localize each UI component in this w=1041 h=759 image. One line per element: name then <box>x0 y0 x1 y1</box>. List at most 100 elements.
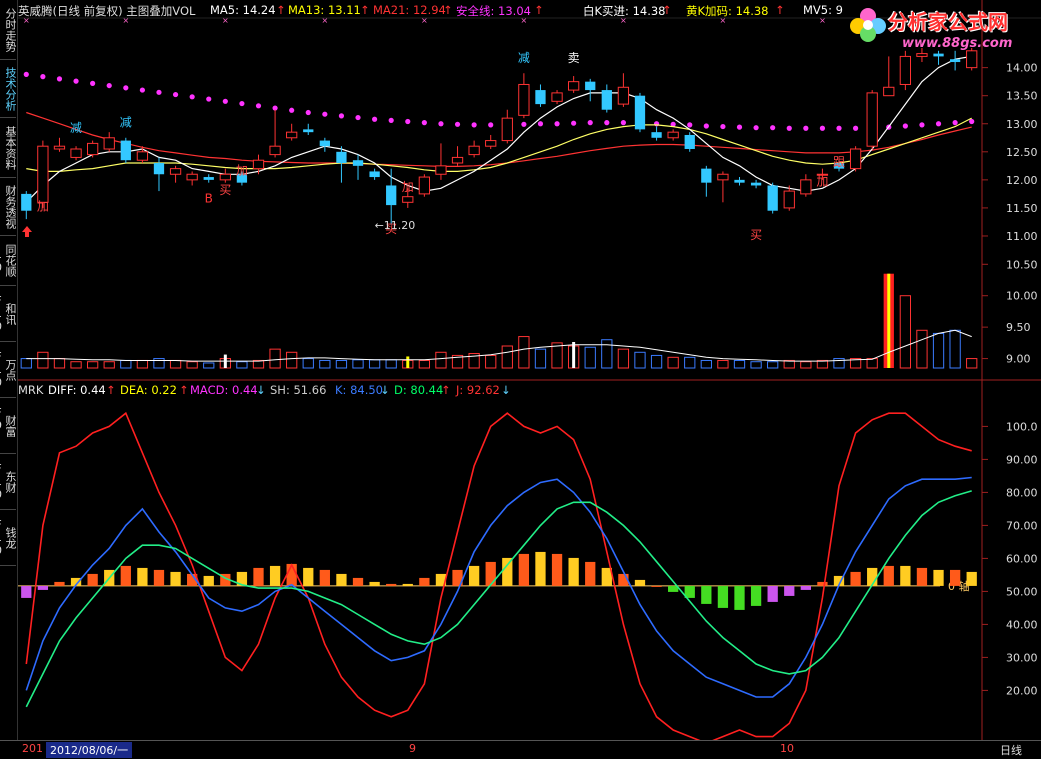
safe-line-dot <box>23 71 29 77</box>
arrow-down-icon: ↓ <box>380 383 390 397</box>
safe-line-dot <box>189 94 195 100</box>
volume-bar <box>203 362 215 369</box>
volume-bar <box>70 361 82 369</box>
safe-line-dot <box>571 120 577 126</box>
candle-body <box>303 129 314 133</box>
k-label: K: 84.50 <box>335 383 383 397</box>
candle-body <box>501 117 513 142</box>
price-tick-label: 13.00 <box>1006 118 1038 131</box>
price-tick-label: 11.00 <box>1006 230 1038 243</box>
candle-body <box>352 160 364 166</box>
safe-line-dot <box>770 125 776 131</box>
sidebar-tab[interactable]: 财富F9. <box>0 398 16 454</box>
volume-bar <box>684 356 696 369</box>
arrow-up-icon: ↑ <box>276 3 286 17</box>
macd-bar <box>701 585 712 604</box>
indicator-tick-label: 100.0 <box>1006 420 1038 433</box>
macd-bar <box>319 569 330 586</box>
candle-body <box>585 81 596 91</box>
safe-line-dot <box>123 85 129 91</box>
macd-bar <box>750 585 762 606</box>
volume-bar <box>650 354 663 369</box>
safe-line-dot <box>935 121 942 127</box>
sidebar-tab[interactable]: 分时走势 <box>0 0 16 60</box>
arrow-up-icon: ↑ <box>443 3 453 17</box>
macd-bar <box>717 585 729 608</box>
volume-bar <box>53 358 66 369</box>
sidebar-tab[interactable]: 同花顺10 <box>0 236 16 286</box>
safe-line-dot <box>471 122 477 128</box>
sidebar-tab[interactable]: 和讯F10 <box>0 286 16 342</box>
signal-buy: 买 <box>750 228 762 242</box>
safe-line-dot <box>421 120 427 126</box>
indicator-tick-label: 40.00 <box>1006 618 1038 631</box>
candle-body <box>485 140 497 147</box>
candle-body <box>800 179 812 195</box>
volume-bar <box>966 358 978 369</box>
safe-line-dot <box>853 125 859 131</box>
volume-bar <box>37 351 49 369</box>
volume-bar <box>518 336 530 369</box>
candle-body <box>418 176 431 195</box>
arrow-up-icon: ↑ <box>106 383 116 397</box>
candle-body <box>269 145 281 156</box>
safe-line-dot <box>73 78 79 84</box>
volume-bar <box>335 359 348 369</box>
macd-bar <box>551 553 563 586</box>
safe-line-dot <box>255 103 262 109</box>
macd-bar <box>468 565 480 586</box>
ma5-line <box>25 55 972 203</box>
sidebar-tab[interactable]: 基本资料 <box>0 118 16 178</box>
candle-body <box>37 145 49 203</box>
arrow-down-icon: ↓ <box>256 383 266 397</box>
volume-tick-label: 10.50 <box>1006 258 1038 271</box>
cursor-date[interactable]: 2012/08/06/一 <box>46 742 133 758</box>
volume-bar <box>302 358 314 369</box>
volume-bar <box>700 359 712 369</box>
sidebar-tab[interactable]: 技术分析 <box>0 60 16 118</box>
kline-chart[interactable]: 14.00 13.50 13.00 12.50 12.00 11.50 11.00 10.50… <box>18 0 1041 740</box>
volume-bar <box>20 358 32 369</box>
period-button[interactable]: 日线 <box>1000 742 1022 758</box>
safe-line-dot <box>222 98 228 104</box>
volume-bar <box>319 359 331 369</box>
macd-bar <box>634 579 646 586</box>
safe-line-dot <box>239 100 245 107</box>
arrow-up-icon <box>22 226 32 237</box>
safe-line-dot <box>753 125 759 131</box>
arrow-down-icon: ↓ <box>501 383 511 397</box>
candle-body <box>451 156 464 164</box>
candle-body <box>518 83 530 116</box>
candle-body <box>883 86 895 97</box>
signal-volume-mark <box>406 356 410 368</box>
macd-bar <box>916 567 928 586</box>
macd-bar <box>37 585 49 590</box>
candle-body <box>734 179 745 183</box>
candle-body <box>551 92 563 102</box>
volume-bar <box>352 359 364 369</box>
sidebar-tab[interactable]: 财务透视 <box>0 178 16 236</box>
header-marker: × <box>222 16 229 25</box>
volume-bar <box>435 351 447 369</box>
sidebar-tab[interactable]: 东财F10 <box>0 454 16 510</box>
macd-bar <box>170 571 181 586</box>
indicator-tick-label: 30.00 <box>1006 651 1038 664</box>
candle-body <box>468 145 480 156</box>
candle-body <box>53 145 66 150</box>
chart-area[interactable]: 14.00 13.50 13.00 12.50 12.00 11.50 11.00 10.50… <box>18 0 1041 740</box>
candle-body <box>667 131 679 139</box>
macd-bar <box>966 571 977 586</box>
price-tick-label: 12.00 <box>1006 174 1038 187</box>
volume-bar <box>368 359 381 369</box>
macd-bar <box>386 583 397 586</box>
macd-bar <box>336 573 347 586</box>
safe-line-dot <box>902 123 908 129</box>
signal-b: B <box>205 191 213 205</box>
sidebar-tab[interactable]: 万点F10 <box>0 342 16 398</box>
macd-bar <box>850 571 861 586</box>
candle-body <box>286 131 298 139</box>
price-tick-label: 13.50 <box>1006 90 1038 103</box>
signal-add: 加 <box>37 200 49 214</box>
volume-ma-line <box>26 329 972 362</box>
sidebar-tab[interactable]: 钱龙F10 <box>0 510 16 566</box>
